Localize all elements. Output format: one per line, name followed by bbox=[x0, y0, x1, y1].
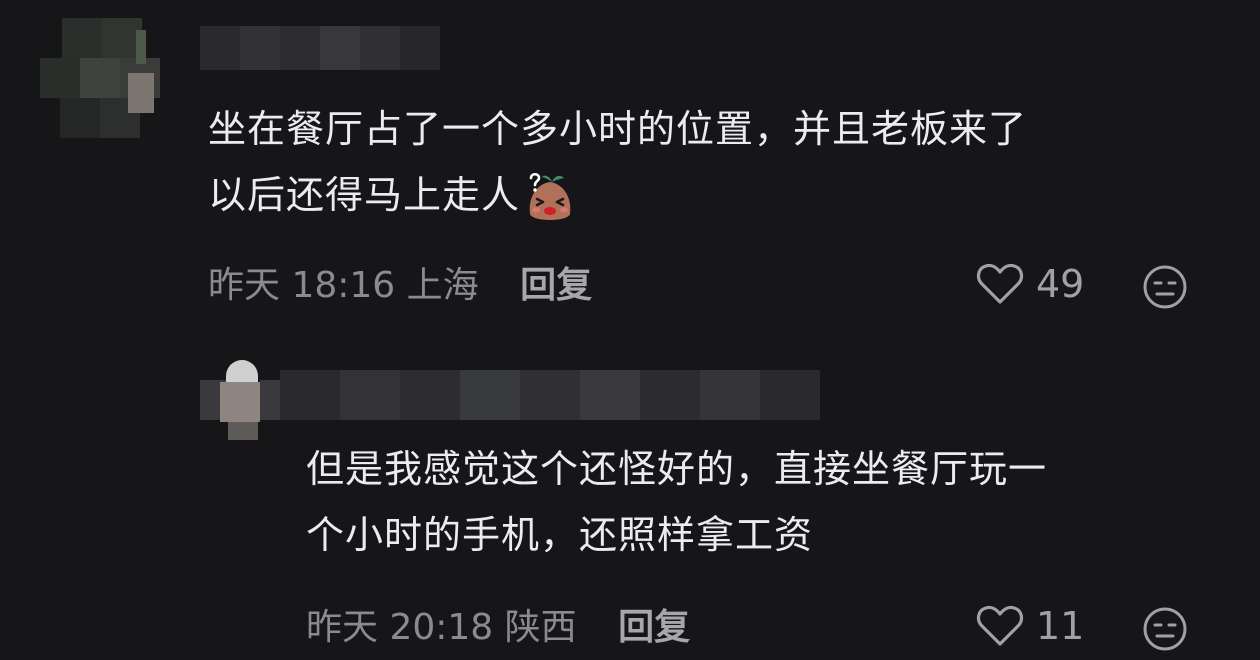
neutral-face-icon bbox=[1143, 607, 1187, 651]
avatar[interactable] bbox=[200, 360, 280, 440]
comment-meta: 昨天 20:18 陕西 回复 bbox=[306, 606, 690, 650]
like-count: 11 bbox=[1036, 604, 1085, 648]
comment-location: 陕西 bbox=[504, 607, 577, 648]
heart-outline-icon bbox=[976, 263, 1024, 304]
comment-line: 个小时的手机，还照样拿工资 bbox=[306, 513, 814, 557]
comment-time: 昨天 20:18 bbox=[306, 607, 494, 648]
dislike-button[interactable] bbox=[1142, 264, 1188, 310]
dislike-button[interactable] bbox=[1142, 606, 1188, 652]
like-count: 49 bbox=[1036, 262, 1085, 306]
comment-text: 坐在餐厅占了一个多小时的位置，并且老板来了 以后还得马上走人 bbox=[208, 96, 1027, 228]
username[interactable] bbox=[200, 18, 450, 78]
like-button[interactable]: 11 bbox=[976, 604, 1084, 648]
like-button[interactable]: 49 bbox=[976, 262, 1084, 306]
heart-outline-icon bbox=[976, 605, 1024, 646]
comment-text: 但是我感觉这个还怪好的，直接坐餐厅玩一 个小时的手机，还照样拿工资 bbox=[306, 436, 1047, 568]
avatar[interactable] bbox=[40, 18, 190, 138]
comment-meta: 昨天 18:16 上海 回复 bbox=[208, 264, 592, 308]
blushing-sweat-emoji bbox=[529, 172, 571, 220]
comment-line: 坐在餐厅占了一个多小时的位置，并且老板来了 bbox=[208, 107, 1028, 151]
comment-time: 昨天 18:16 bbox=[208, 265, 396, 306]
username[interactable] bbox=[280, 360, 820, 424]
comment-line: 以后还得马上走人 bbox=[208, 162, 1027, 228]
neutral-face-icon bbox=[1143, 265, 1187, 309]
comment-line: 但是我感觉这个还怪好的，直接坐餐厅玩一 bbox=[306, 447, 1048, 491]
reply-button[interactable]: 回复 bbox=[520, 265, 592, 306]
comment-location: 上海 bbox=[406, 265, 479, 306]
reply-button[interactable]: 回复 bbox=[618, 607, 690, 648]
